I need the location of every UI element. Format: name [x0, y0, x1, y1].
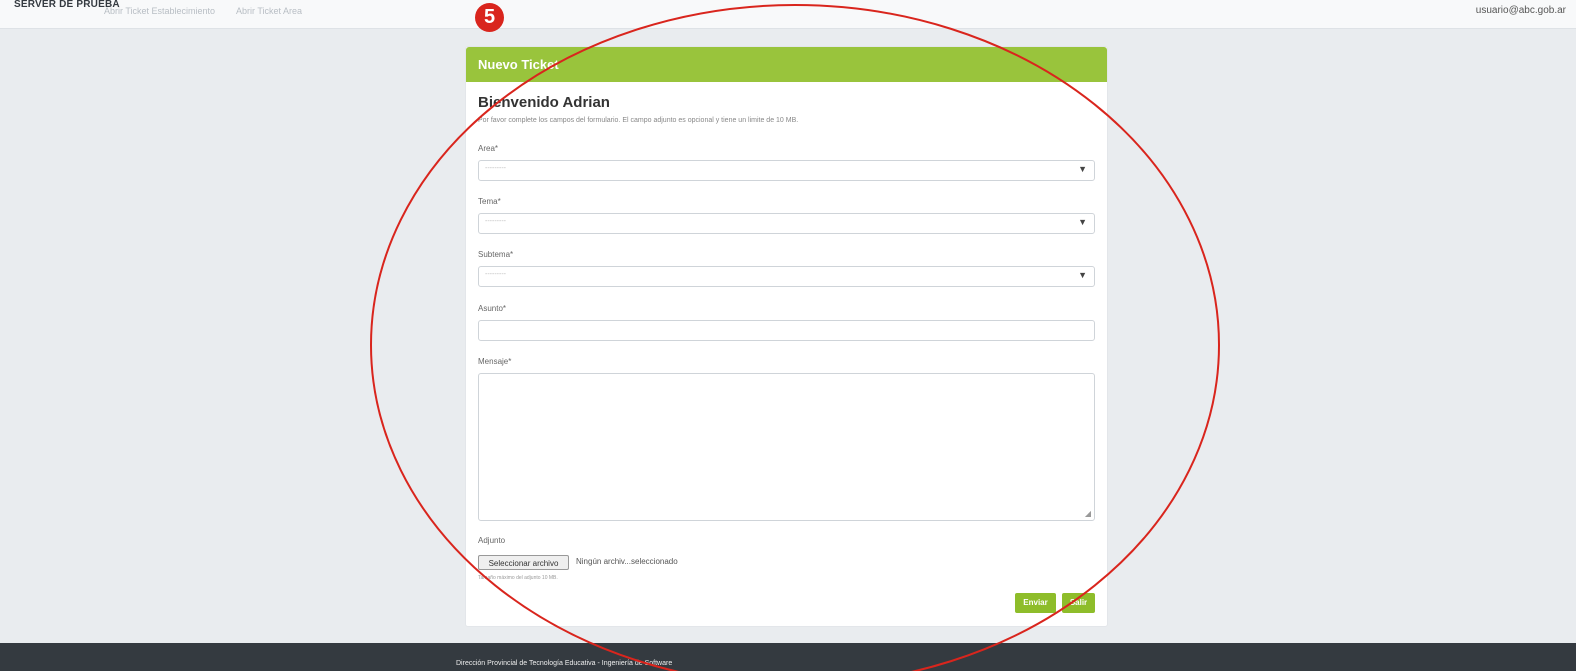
- exit-button[interactable]: Salir: [1062, 593, 1095, 613]
- subtema-placeholder: ---------: [485, 271, 506, 278]
- welcome-heading: Bienvenido Adrian: [478, 94, 610, 111]
- footer-text: Dirección Provincial de Tecnología Educa…: [456, 660, 673, 667]
- chevron-down-icon: ▼: [1078, 270, 1087, 280]
- tema-label: Tema*: [478, 197, 501, 206]
- send-button[interactable]: Enviar: [1015, 593, 1056, 613]
- card-title: Nuevo Ticket: [478, 57, 559, 72]
- subtema-select[interactable]: --------- ▼: [478, 266, 1095, 287]
- tema-placeholder: ---------: [485, 218, 506, 225]
- tema-select[interactable]: --------- ▼: [478, 213, 1095, 234]
- file-size-help: Tamaño máximo del adjunto 10 MB.: [478, 575, 558, 581]
- footer: Dirección Provincial de Tecnología Educa…: [0, 643, 1576, 671]
- card-header: [466, 47, 1107, 82]
- user-email[interactable]: usuario@abc.gob.ar: [1476, 5, 1566, 16]
- chevron-down-icon: ▼: [1078, 164, 1087, 174]
- area-placeholder: ---------: [485, 165, 506, 172]
- asunto-input[interactable]: [478, 320, 1095, 341]
- chevron-down-icon: ▼: [1078, 217, 1087, 227]
- area-label: Area*: [478, 144, 499, 153]
- asunto-label: Asunto*: [478, 304, 507, 313]
- area-select[interactable]: --------- ▼: [478, 160, 1095, 181]
- annotation-badge: 5: [475, 3, 504, 32]
- adjunto-label: Adjunto: [478, 536, 506, 545]
- select-file-button[interactable]: Seleccionar archivo: [478, 555, 569, 570]
- intro-text: Por favor complete los campos del formul…: [478, 117, 799, 124]
- nav-link-ticket-area[interactable]: Abrir Ticket Area: [236, 6, 302, 16]
- file-status: Ningún archiv...seleccionado: [576, 557, 678, 566]
- nav-link-ticket-establecimiento[interactable]: Abrir Ticket Establecimiento: [104, 6, 215, 16]
- mensaje-textarea[interactable]: ◢: [478, 373, 1095, 521]
- new-ticket-card: Nuevo Ticket Bienvenido Adrian Por favor…: [465, 46, 1108, 627]
- mensaje-label: Mensaje*: [478, 357, 512, 366]
- top-navbar: SERVER DE PRUEBA Abrir Ticket Establecim…: [0, 0, 1576, 29]
- resize-handle-icon[interactable]: ◢: [1085, 509, 1091, 518]
- subtema-label: Subtema*: [478, 250, 514, 259]
